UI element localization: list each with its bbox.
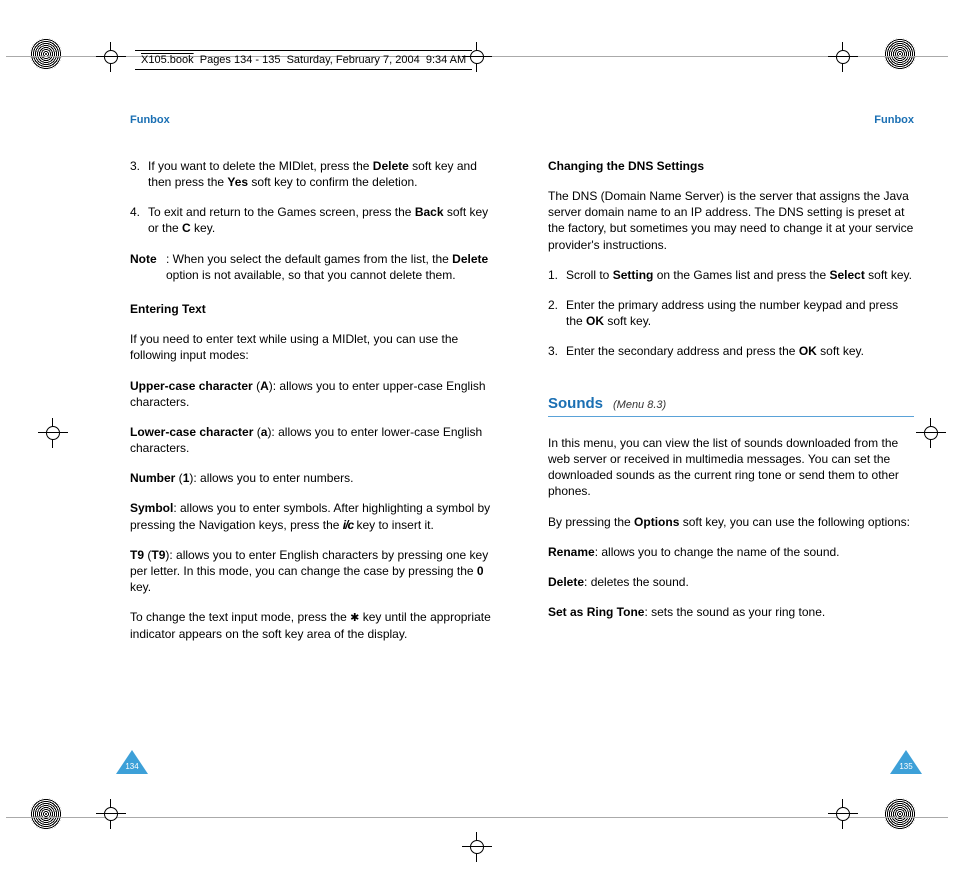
list-number: 1. xyxy=(548,267,566,283)
insert-key-icon: i/c xyxy=(343,518,353,532)
left-column: Funbox 3. If you want to delete the MIDl… xyxy=(130,113,496,746)
list-text: Enter the primary address using the numb… xyxy=(566,297,914,329)
heading-sounds: Sounds (Menu 8.3) xyxy=(548,394,914,417)
list-item: 2. Enter the primary address using the n… xyxy=(548,297,914,329)
list-item: 4. To exit and return to the Games scree… xyxy=(130,204,496,236)
list-text: Enter the secondary address and press th… xyxy=(566,343,914,359)
list-number: 3. xyxy=(130,158,148,190)
list-text: If you want to delete the MIDlet, press … xyxy=(148,158,496,190)
note-block: Note : When you select the default games… xyxy=(130,251,496,283)
heading-dns: Changing the DNS Settings xyxy=(548,158,914,174)
body-text: T9 (T9): allows you to enter English cha… xyxy=(130,547,496,596)
page-range: Pages 134 - 135 xyxy=(200,54,281,66)
body-text: Set as Ring Tone: sets the sound as your… xyxy=(548,604,914,620)
body-text: The DNS (Domain Name Server) is the serv… xyxy=(548,188,914,253)
page-header: X105.book Pages 134 - 135 Saturday, Febr… xyxy=(135,50,472,70)
body-text: Rename: allows you to change the name of… xyxy=(548,544,914,560)
page-number-right: 135 xyxy=(890,750,922,774)
crop-mark xyxy=(828,42,858,75)
list-text: To exit and return to the Games screen, … xyxy=(148,204,496,236)
page-time: 9:34 AM xyxy=(426,54,466,66)
reg-mark-br xyxy=(884,798,924,838)
list-number: 4. xyxy=(130,204,148,236)
reg-mark-tl xyxy=(30,38,70,78)
body-text: Lower-case character (a): allows you to … xyxy=(130,424,496,456)
body-text: In this menu, you can view the list of s… xyxy=(548,435,914,500)
heading-entering-text: Entering Text xyxy=(130,301,496,317)
body-text: To change the text input mode, press the… xyxy=(130,609,496,642)
reg-mark-bl xyxy=(30,798,70,838)
body-text: By pressing the Options soft key, you ca… xyxy=(548,514,914,530)
crop-mark xyxy=(828,799,858,832)
section-label-left: Funbox xyxy=(130,113,496,128)
body-text: Delete: deletes the sound. xyxy=(548,574,914,590)
body-text: Number (1): allows you to enter numbers. xyxy=(130,470,496,486)
crop-mark xyxy=(96,42,126,75)
list-number: 2. xyxy=(548,297,566,329)
book-name: X105.book xyxy=(141,54,194,66)
reg-mark-tr xyxy=(884,38,924,78)
right-column: Funbox Changing the DNS Settings The DNS… xyxy=(548,113,914,746)
section-label-right: Funbox xyxy=(548,113,914,128)
list-item: 3. If you want to delete the MIDlet, pre… xyxy=(130,158,496,190)
body-text: If you need to enter text while using a … xyxy=(130,331,496,363)
bottom-rule xyxy=(6,817,948,818)
menu-tag: (Menu 8.3) xyxy=(613,398,666,413)
top-rule xyxy=(6,56,106,57)
note-label: Note xyxy=(130,252,157,266)
list-item: 1. Scroll to Setting on the Games list a… xyxy=(548,267,914,283)
list-text: Scroll to Setting on the Games list and … xyxy=(566,267,914,283)
heading-sounds-title: Sounds xyxy=(548,394,603,414)
body-text: Symbol: allows you to enter symbols. Aft… xyxy=(130,500,496,532)
list-number: 3. xyxy=(548,343,566,359)
body-text: Upper-case character (A): allows you to … xyxy=(130,378,496,410)
crop-mark xyxy=(96,799,126,832)
page-number-left: 134 xyxy=(116,750,148,774)
star-key-icon: ✱ xyxy=(350,612,359,624)
list-item: 3. Enter the secondary address and press… xyxy=(548,343,914,359)
page-date: Saturday, February 7, 2004 xyxy=(287,54,420,66)
